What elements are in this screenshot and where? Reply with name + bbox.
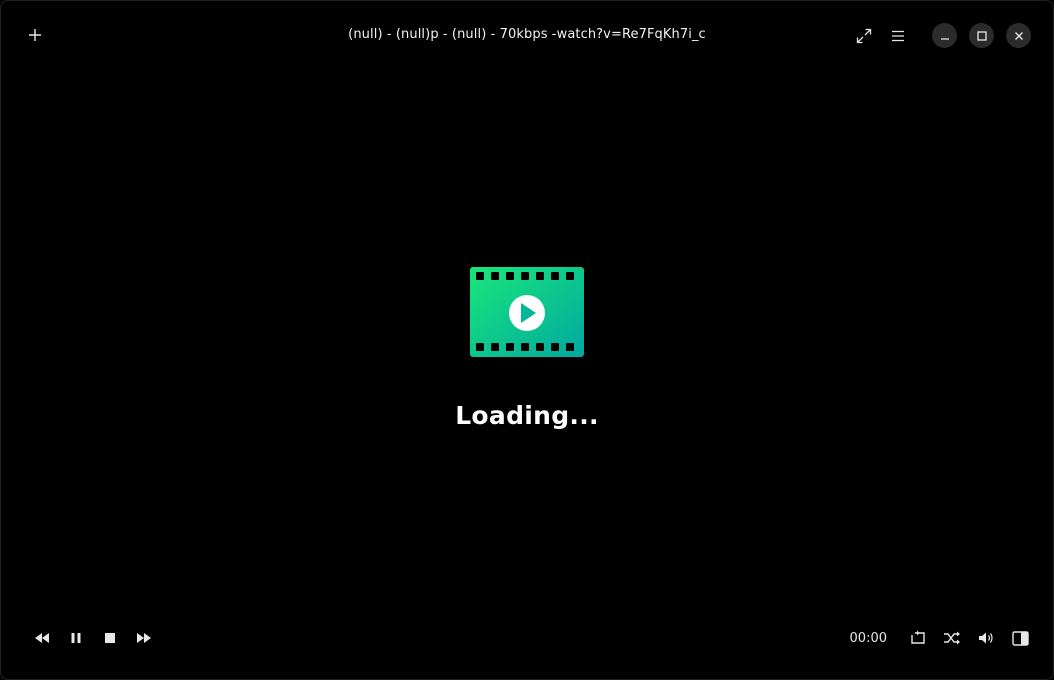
playlist-panel-button[interactable] (1007, 625, 1033, 651)
loading-area: Loading... (1, 267, 1053, 430)
loading-text: Loading... (455, 401, 599, 430)
fullscreen-button[interactable] (852, 24, 876, 48)
secondary-controls: 00:00 (850, 621, 1033, 655)
menu-icon (892, 30, 904, 41)
shuffle-icon (944, 631, 960, 645)
control-bar: 00:00 (1, 621, 1053, 655)
pause-button[interactable] (63, 625, 89, 651)
minimize-icon (940, 37, 949, 40)
maximize-button[interactable] (969, 23, 994, 48)
fullscreen-icon (856, 28, 872, 43)
time-display: 00:00 (849, 630, 887, 646)
menu-button[interactable] (886, 24, 910, 48)
shuffle-button[interactable] (939, 625, 965, 651)
volume-button[interactable] (973, 625, 999, 651)
playback-controls (29, 621, 165, 655)
fast-forward-button[interactable] (131, 625, 157, 651)
rewind-icon (35, 633, 49, 643)
minimize-button[interactable] (932, 23, 957, 48)
playlist-panel-icon (1011, 630, 1029, 646)
maximize-icon (976, 30, 987, 41)
title-bar: (null) - (null)p - (null) - 70kbps -watc… (1, 1, 1053, 71)
close-icon (1014, 31, 1023, 40)
fast-forward-icon (137, 633, 151, 643)
stop-icon (105, 633, 115, 643)
volume-icon (979, 632, 993, 644)
stop-button[interactable] (97, 625, 123, 651)
media-player-window: (null) - (null)p - (null) - 70kbps -watc… (0, 0, 1054, 680)
title-controls (852, 23, 1031, 48)
loop-button[interactable] (905, 625, 931, 651)
film-play-icon (470, 267, 584, 357)
close-button[interactable] (1006, 23, 1031, 48)
rewind-button[interactable] (29, 625, 55, 651)
loop-icon (911, 630, 925, 644)
pause-icon (71, 633, 81, 643)
